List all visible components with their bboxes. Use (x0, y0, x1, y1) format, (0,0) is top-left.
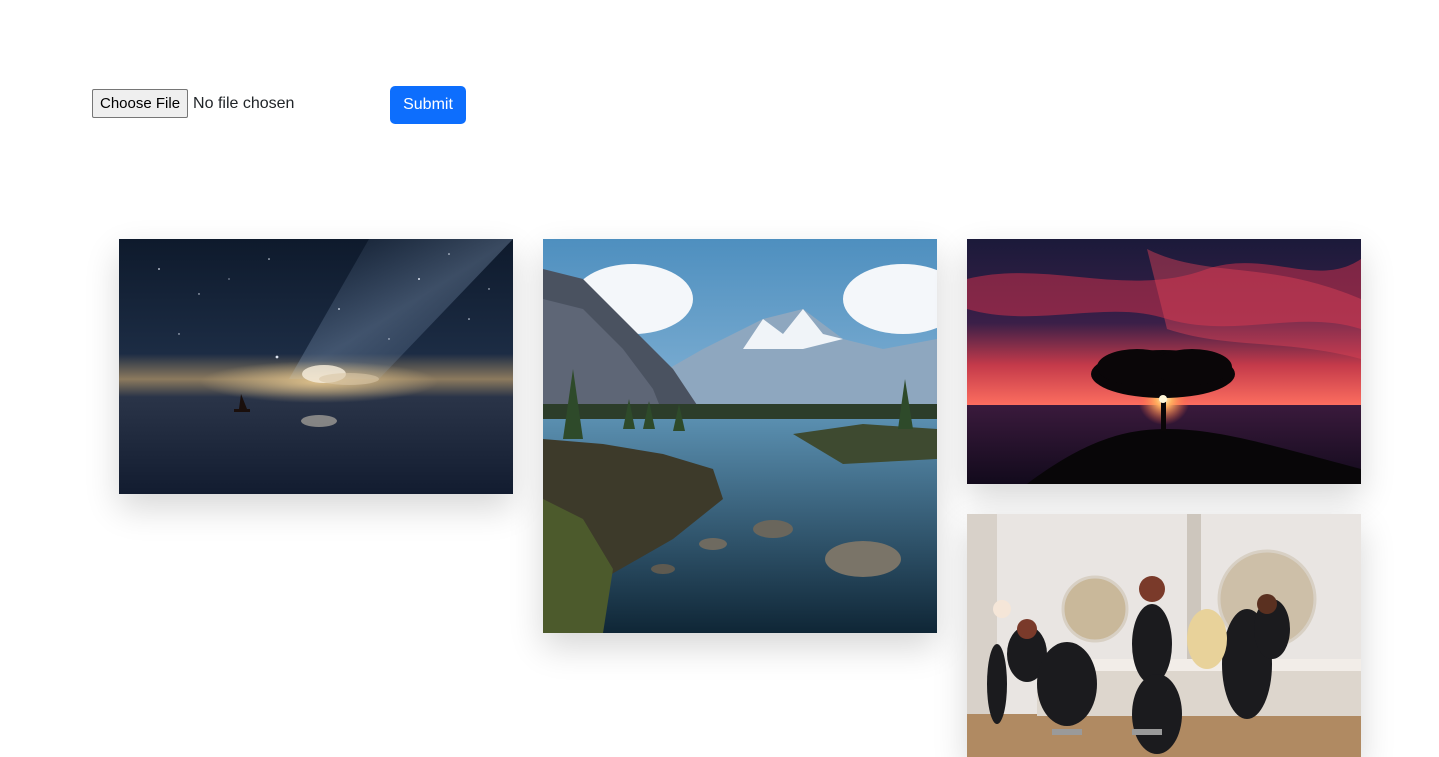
upload-form: Choose File No file chosen Submit (92, 86, 472, 126)
file-input[interactable]: Choose File No file chosen (92, 89, 294, 118)
file-status-text: No file chosen (193, 94, 295, 112)
red-sky-tree-sunset-image (967, 239, 1361, 484)
gallery-card[interactable] (967, 239, 1361, 484)
submit-button[interactable]: Submit (390, 86, 466, 124)
gallery-card[interactable] (543, 239, 937, 633)
gallery-card[interactable] (967, 514, 1361, 757)
mountain-lake-landscape-image (543, 239, 937, 633)
starry-sea-sailboat-image (119, 239, 513, 494)
hair-salon-image (967, 514, 1361, 757)
gallery-card[interactable] (119, 239, 513, 494)
choose-file-button[interactable]: Choose File (92, 89, 189, 118)
